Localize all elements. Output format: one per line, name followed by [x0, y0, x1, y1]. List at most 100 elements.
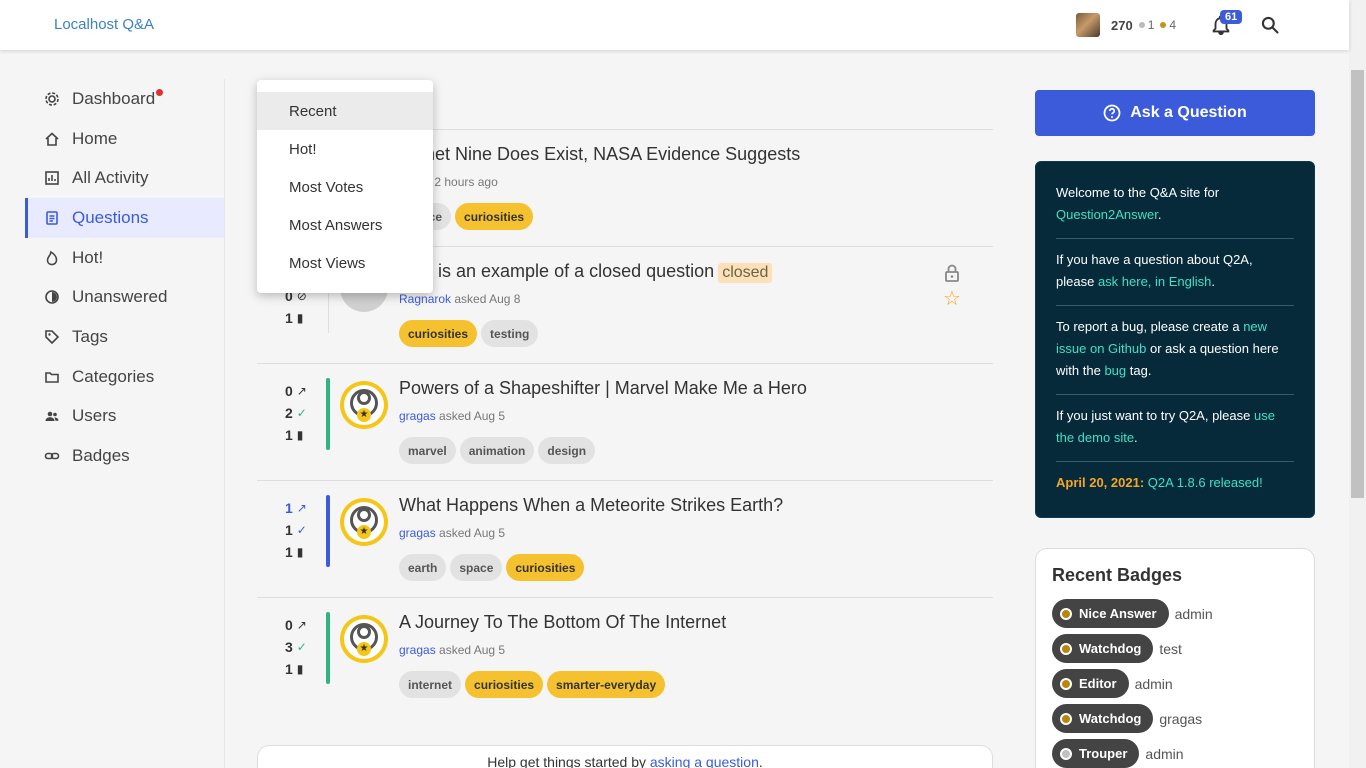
star-favorite-icon[interactable]: ☆	[943, 289, 961, 309]
question-title[interactable]: A Journey To The Bottom Of The Internet	[399, 612, 726, 633]
sidebar-item-tags[interactable]: Tags	[25, 317, 224, 357]
bug-tag-link[interactable]: bug	[1104, 363, 1126, 378]
question-asker[interactable]: gragas	[399, 409, 436, 423]
sidebar-item-unanswered[interactable]: Unanswered	[25, 277, 224, 317]
q2a-link[interactable]: Question2Answer	[1056, 207, 1158, 222]
tag[interactable]: animation	[459, 437, 535, 464]
tag[interactable]: curiosities	[465, 671, 544, 698]
sidebar-item-all-activity[interactable]: All Activity	[25, 158, 224, 198]
scrollbar-thumb[interactable]	[1351, 70, 1364, 498]
sort-option-recent[interactable]: Recent	[257, 92, 433, 130]
question-title[interactable]: Planet Nine Does Exist, NASA Evidence Su…	[399, 144, 800, 165]
question-time: asked Aug 5	[439, 526, 506, 540]
tag[interactable]: curiosities	[399, 320, 478, 347]
sidebar-item-label: All Activity	[72, 168, 149, 188]
silver-count-value: 1	[1147, 18, 1155, 32]
badge-user[interactable]: admin	[1135, 676, 1173, 692]
question-time: asked Aug 5	[439, 643, 506, 657]
tag[interactable]: curiosities	[455, 203, 534, 230]
question-asker[interactable]: Ragnarok	[399, 292, 451, 306]
new-indicator-dot	[156, 89, 163, 96]
tag[interactable]: curiosities	[506, 554, 585, 581]
badge-chip[interactable]: Watchdog	[1052, 704, 1154, 733]
check-circle-icon: ✓	[296, 406, 307, 420]
question-asker[interactable]: gragas	[399, 643, 436, 657]
trend-up-icon: ↗	[296, 618, 307, 632]
question-stats: 0 ↗ 2 ✓ 1 ▮	[285, 380, 315, 446]
notification-count[interactable]: 61	[1220, 10, 1243, 24]
badge-user[interactable]: admin	[1175, 606, 1213, 622]
site-title-link[interactable]: Localhost Q&A	[54, 16, 154, 33]
tag[interactable]: space	[450, 554, 503, 581]
sidebar-item-home[interactable]: Home	[25, 119, 224, 159]
sidebar-nav: Dashboard Home All Activity Questions Ho…	[25, 79, 224, 476]
sidebar-item-label: Users	[72, 406, 117, 426]
badge-chip[interactable]: Watchdog	[1052, 634, 1154, 663]
question-title-text: This is an example of a closed question	[399, 261, 715, 281]
ask-question-button[interactable]: Ask a Question	[1035, 90, 1315, 136]
ask-question-link[interactable]: asking a question	[650, 754, 759, 768]
sidebar-item-questions[interactable]: Questions	[25, 198, 224, 238]
sort-option-most-votes[interactable]: Most Votes	[257, 168, 433, 206]
tag[interactable]: marvel	[399, 437, 456, 464]
avatar[interactable]: ★	[340, 498, 388, 546]
sidebar-item-users[interactable]: Users	[25, 397, 224, 437]
welcome-panel: Welcome to the Q&A site for Question2Ans…	[1035, 161, 1315, 518]
welcome-section: April 20, 2021: Q2A 1.8.6 released!	[1056, 462, 1294, 494]
user-avatar[interactable]	[1076, 13, 1100, 37]
answer-count-value: 2	[285, 405, 293, 421]
view-count-value: 1	[285, 544, 293, 560]
question-item: 1 ↗ 1 ✓ 1 ▮ ★ What Happens When a Meteorite…	[257, 480, 993, 597]
welcome-text-end: tag.	[1129, 363, 1152, 378]
status-bar	[326, 495, 330, 567]
ask-here-link[interactable]: ask here, in English	[1098, 274, 1211, 289]
tag[interactable]: testing	[481, 320, 539, 347]
release-link[interactable]: Q2A 1.8.6 released!	[1148, 475, 1263, 490]
question-tags: curiosities testing	[399, 320, 542, 347]
vote-count: 1 ↗	[285, 497, 315, 519]
welcome-text-end: .	[1211, 274, 1216, 289]
user-area[interactable]: 270 1 4	[1076, 13, 1176, 37]
badge-user[interactable]: admin	[1145, 746, 1183, 762]
tag[interactable]: smarter-everyday	[547, 671, 666, 698]
sort-option-most-answers[interactable]: Most Answers	[257, 206, 433, 244]
folder-icon	[44, 369, 60, 385]
vote-count: 0 ↗	[285, 614, 315, 636]
badge-chip[interactable]: Nice Answer	[1052, 599, 1169, 628]
badge-name: Watchdog	[1079, 711, 1142, 726]
lock-icon	[945, 264, 959, 282]
question-title[interactable]: Powers of a Shapeshifter | Marvel Make M…	[399, 378, 807, 399]
question-asker[interactable]: gragas	[399, 526, 436, 540]
help-text: Help get things started by	[487, 754, 646, 768]
question-title[interactable]: This is an example of a closed question c…	[399, 261, 773, 283]
badge-chip[interactable]: Editor	[1052, 669, 1129, 698]
tag[interactable]: earth	[399, 554, 447, 581]
tag[interactable]: design	[538, 437, 596, 464]
badge-chip[interactable]: Trouper	[1052, 739, 1140, 768]
sidebar-item-dashboard[interactable]: Dashboard	[25, 79, 224, 119]
sidebar-item-badges[interactable]: Badges	[25, 436, 224, 476]
vote-count-value: 0	[285, 617, 293, 633]
recent-badges-panel: Recent Badges Nice Answer admin Watchdog…	[1035, 548, 1315, 768]
star-icon: ★	[357, 525, 371, 539]
bar-chart-icon: ▮	[296, 428, 304, 442]
view-count-value: 1	[285, 661, 293, 677]
badge-user[interactable]: test	[1159, 641, 1182, 657]
search-icon[interactable]	[1260, 15, 1280, 35]
sort-option-most-views[interactable]: Most Views	[257, 244, 433, 282]
badge-medal-icon	[1060, 747, 1072, 760]
bar-chart-icon: ▮	[296, 662, 304, 676]
question-title[interactable]: What Happens When a Meteorite Strikes Ea…	[399, 495, 783, 516]
page-scrollbar[interactable]	[1349, 0, 1366, 768]
badge-medal-icon	[1060, 712, 1072, 725]
sidebar-item-label: Questions	[72, 207, 149, 227]
sidebar-item-hot[interactable]: Hot!	[25, 238, 224, 278]
tag[interactable]: internet	[399, 671, 462, 698]
avatar[interactable]: ★	[340, 381, 388, 429]
avatar-head	[357, 625, 371, 639]
sidebar-item-categories[interactable]: Categories	[25, 357, 224, 397]
vote-count-value: 0	[285, 383, 293, 399]
sort-option-hot[interactable]: Hot!	[257, 130, 433, 168]
avatar[interactable]: ★	[340, 615, 388, 663]
badge-user[interactable]: gragas	[1159, 711, 1202, 727]
